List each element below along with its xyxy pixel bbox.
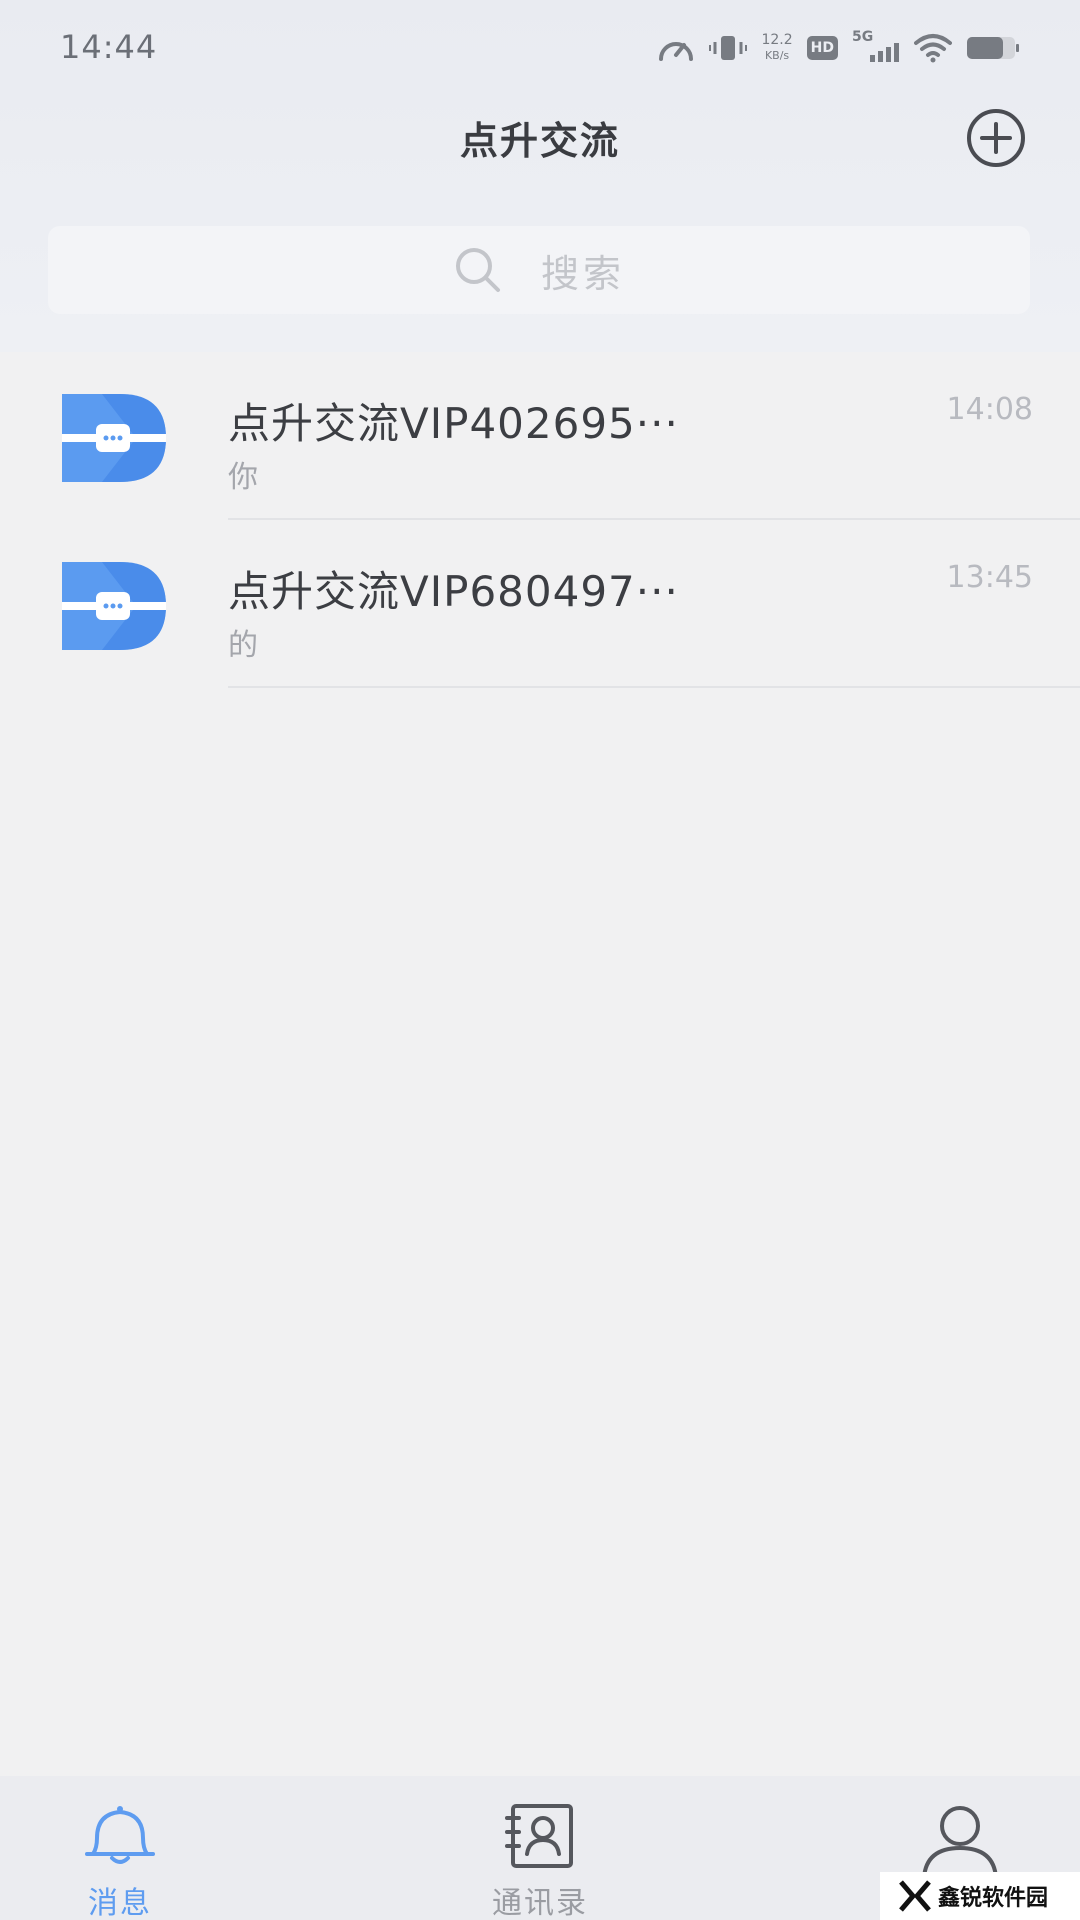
conversation-preview: 的 xyxy=(228,628,258,663)
search-placeholder: 搜索 xyxy=(540,251,625,296)
contacts-icon xyxy=(505,1804,573,1868)
conversation-time: 14:08 xyxy=(946,392,1033,427)
battery-icon xyxy=(966,35,1020,61)
search-icon xyxy=(455,248,500,292)
speedometer-icon xyxy=(657,33,695,63)
status-bar: 14:44 12.2 KB/s HD 5G xyxy=(0,0,1080,96)
network-speed-value: 12.2 xyxy=(761,32,793,48)
vibrate-icon xyxy=(709,33,748,63)
watermark: 鑫锐软件园 xyxy=(880,1872,1080,1920)
conversation-name: 点升交流VIP680497··· xyxy=(228,567,679,616)
network-speed: 12.2 KB/s xyxy=(761,33,792,63)
watermark-text: 鑫锐软件园 xyxy=(938,1886,1049,1911)
status-icons: 12.2 KB/s HD 5G xyxy=(657,26,1020,70)
profile-icon xyxy=(922,1806,998,1878)
status-time: 14:44 xyxy=(60,28,158,66)
conversation-item[interactable]: 点升交流VIP402695··· 14:08 你 xyxy=(0,352,1080,520)
add-button[interactable] xyxy=(964,106,1028,170)
conversation-preview: 你 xyxy=(228,460,258,495)
signal-5g-icon: 5G xyxy=(852,29,900,63)
search-input[interactable]: 搜索 xyxy=(48,226,1030,314)
conversation-list: 点升交流VIP402695··· 14:08 你 点升交流VIP680497··… xyxy=(0,352,1080,688)
network-speed-unit: KB/s xyxy=(764,49,790,62)
bell-icon xyxy=(85,1806,155,1864)
page-title: 点升交流 xyxy=(459,119,620,163)
conversation-name: 点升交流VIP402695··· xyxy=(228,399,679,448)
group-avatar-icon xyxy=(62,562,166,650)
tab-messages[interactable]: 消息 xyxy=(0,1776,240,1920)
conversation-item[interactable]: 点升交流VIP680497··· 13:45 的 xyxy=(0,520,1080,688)
divider xyxy=(228,686,1080,688)
hd-icon: HD xyxy=(806,36,838,60)
tab-label: 通讯录 xyxy=(492,1886,588,1920)
plus-circle-icon xyxy=(967,109,1025,167)
tab-contacts[interactable]: 通讯录 xyxy=(420,1776,660,1920)
wifi-icon xyxy=(914,33,952,63)
x-logo-icon xyxy=(899,1880,931,1912)
group-avatar-icon xyxy=(62,394,166,482)
conversation-time: 13:45 xyxy=(946,560,1033,595)
tab-label: 消息 xyxy=(88,1886,152,1920)
